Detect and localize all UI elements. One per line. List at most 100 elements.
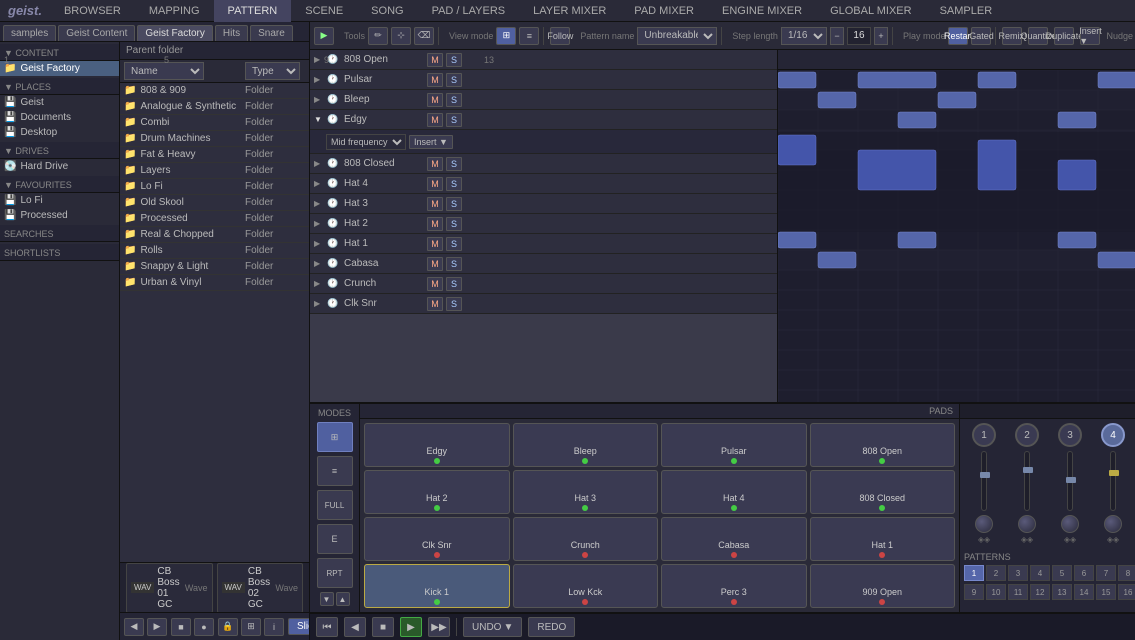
track-expand-icon[interactable]: ▼ — [314, 115, 322, 124]
mute-btn[interactable]: M — [427, 93, 443, 107]
pad-perc3[interactable]: Perc 3 — [661, 564, 807, 608]
lock-btn[interactable]: 🔒 — [218, 618, 238, 636]
file-row[interactable]: 📁Snappy & LightFolder — [120, 259, 309, 275]
mute-btn[interactable]: M — [427, 157, 443, 171]
step-up-btn[interactable]: ▲ — [336, 592, 350, 606]
pattern-mini-4[interactable]: 4 — [1030, 565, 1050, 581]
pad-hat2[interactable]: Hat 2 — [364, 470, 510, 514]
solo-btn[interactable]: S — [446, 257, 462, 271]
engine-fader-3[interactable] — [1067, 451, 1073, 511]
select-tool[interactable]: ⊹ — [391, 27, 411, 45]
pattern-mini-5[interactable]: 5 — [1052, 565, 1072, 581]
tab-hits[interactable]: Hits — [215, 25, 248, 41]
engine-knob-4[interactable] — [1104, 515, 1122, 533]
nav-browser[interactable]: BROWSER — [50, 0, 135, 22]
duplicate-btn[interactable]: Duplicate — [1054, 27, 1074, 45]
view-grid-btn[interactable]: ⊞ — [496, 27, 516, 45]
transport-prev-btn[interactable]: ◀ — [344, 617, 366, 637]
track-expand-icon[interactable]: ▶ — [314, 75, 322, 84]
file-row[interactable]: 📁Real & ChoppedFolder — [120, 227, 309, 243]
wave-item-2[interactable]: WAV CB Boss 02 GC Wave — [217, 563, 304, 613]
engine-num-2[interactable]: 2 — [1015, 423, 1039, 447]
engine-num-1[interactable]: 1 — [972, 423, 996, 447]
engine-fader-2[interactable] — [1024, 451, 1030, 511]
file-row[interactable]: 📁808 & 909Folder — [120, 83, 309, 99]
track-expand-icon[interactable]: ▶ — [314, 95, 322, 104]
mute-btn[interactable]: M — [427, 113, 443, 127]
solo-btn[interactable]: S — [446, 177, 462, 191]
file-row[interactable]: 📁Old SkoolFolder — [120, 195, 309, 211]
redo-btn[interactable]: REDO — [528, 617, 575, 637]
solo-btn[interactable]: S — [446, 217, 462, 231]
sort-name-select[interactable]: Name — [124, 62, 204, 80]
pad-909-open[interactable]: 909 Open — [810, 564, 956, 608]
nav-pad-layers[interactable]: PAD / LAYERS — [418, 0, 520, 22]
pattern-name-select[interactable]: Unbreakable — [637, 27, 717, 45]
track-expand-icon[interactable]: ▶ — [314, 279, 322, 288]
mode-grid-btn[interactable]: ⊞ — [317, 422, 353, 452]
track-expand-icon[interactable]: ▶ — [314, 219, 322, 228]
pattern-mini-9[interactable]: 9 — [964, 584, 984, 600]
tree-item-lo-fi[interactable]: 💾 Lo Fi — [0, 193, 119, 208]
undo-btn[interactable]: UNDO ▼ — [463, 617, 522, 637]
tree-item-documents[interactable]: 💾 Documents — [0, 110, 119, 125]
mute-btn[interactable]: M — [427, 277, 443, 291]
pattern-mini-13[interactable]: 13 — [1052, 584, 1072, 600]
mute-btn[interactable]: M — [427, 197, 443, 211]
nav-engine-mixer[interactable]: ENGINE MIXER — [708, 0, 816, 22]
pattern-grid-svg[interactable] — [778, 70, 1135, 402]
engine-knob-1[interactable] — [975, 515, 993, 533]
rec-btn[interactable]: ● — [194, 618, 214, 636]
mute-btn[interactable]: M — [427, 297, 443, 311]
file-row[interactable]: 📁Urban & VinylFolder — [120, 275, 309, 291]
solo-btn[interactable]: S — [446, 277, 462, 291]
engine-knob-3[interactable] — [1061, 515, 1079, 533]
pattern-mini-2[interactable]: 2 — [986, 565, 1006, 581]
file-row[interactable]: 📁Fat & HeavyFolder — [120, 147, 309, 163]
follow-btn[interactable]: Follow — [550, 27, 570, 45]
mid-frequency-select[interactable]: Mid frequency — [326, 134, 406, 150]
track-expand-icon[interactable]: ▶ — [314, 179, 322, 188]
engine-num-3[interactable]: 3 — [1058, 423, 1082, 447]
step-length-select[interactable]: 1/16 — [781, 27, 827, 45]
transport-play-btn[interactable]: ▶ — [400, 617, 422, 637]
tree-item-desktop[interactable]: 💾 Desktop — [0, 125, 119, 140]
tab-samples[interactable]: samples — [3, 25, 56, 41]
erase-tool[interactable]: ⌫ — [414, 27, 434, 45]
insert-btn[interactable]: Insert ▼ — [1080, 27, 1100, 45]
restart-btn[interactable]: Restart — [948, 27, 968, 45]
tree-item-hard-drive[interactable]: 💽 Hard Drive — [0, 159, 119, 174]
mute-btn[interactable]: M — [427, 237, 443, 251]
track-expand-icon[interactable]: ▶ — [314, 199, 322, 208]
mode-list-btn[interactable]: ≡ — [317, 456, 353, 486]
mute-btn[interactable]: M — [427, 217, 443, 231]
mute-btn[interactable]: M — [427, 73, 443, 87]
pattern-mini-1[interactable]: 1 — [964, 565, 984, 581]
file-row[interactable]: 📁Drum MachinesFolder — [120, 131, 309, 147]
file-row[interactable]: 📁Lo FiFolder — [120, 179, 309, 195]
file-row[interactable]: 📁Analogue & SyntheticFolder — [120, 99, 309, 115]
pattern-mini-12[interactable]: 12 — [1030, 584, 1050, 600]
solo-btn[interactable]: S — [446, 53, 462, 67]
gated-btn[interactable]: Gated — [971, 27, 991, 45]
wave-item-1[interactable]: WAV CB Boss 01 GC Wave — [126, 563, 213, 613]
grid-btn[interactable]: ⊞ — [241, 618, 261, 636]
pattern-mini-11[interactable]: 11 — [1008, 584, 1028, 600]
nav-scene[interactable]: SCENE — [291, 0, 357, 22]
track-expand-icon[interactable]: ▶ — [314, 259, 322, 268]
engine-fader-4[interactable] — [1110, 451, 1116, 511]
pad-low-kck[interactable]: Low Kck — [513, 564, 659, 608]
pencil-tool[interactable]: ✏ — [368, 27, 388, 45]
solo-btn[interactable]: S — [446, 157, 462, 171]
solo-btn[interactable]: S — [446, 73, 462, 87]
nav-fwd-btn[interactable]: ▶ — [147, 618, 167, 636]
nav-pad-mixer[interactable]: PAD MIXER — [620, 0, 708, 22]
track-expand-icon[interactable]: ▶ — [314, 55, 322, 64]
pad-crunch[interactable]: Crunch — [513, 517, 659, 561]
nav-back-btn[interactable]: ◀ — [124, 618, 144, 636]
file-row[interactable]: 📁RollsFolder — [120, 243, 309, 259]
file-row[interactable]: 📁LayersFolder — [120, 163, 309, 179]
track-expand-icon[interactable]: ▶ — [314, 239, 322, 248]
info-btn[interactable]: i — [264, 618, 284, 636]
sort-type-select[interactable]: Type — [245, 62, 300, 80]
